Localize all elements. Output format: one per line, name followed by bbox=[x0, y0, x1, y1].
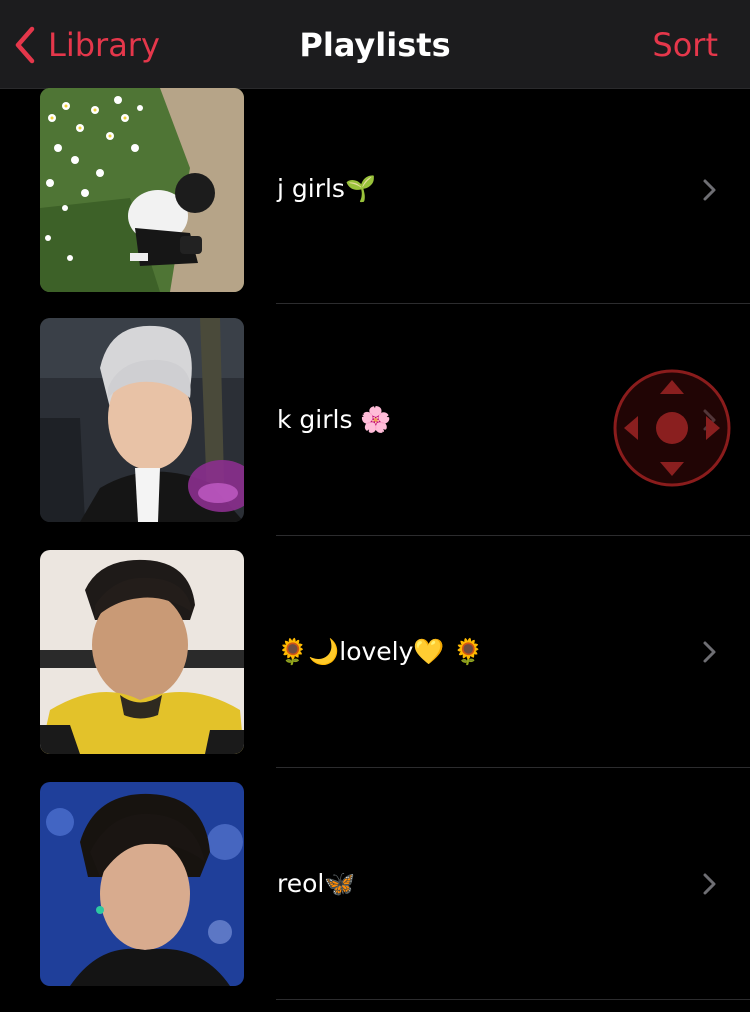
chevron-left-icon bbox=[15, 26, 35, 64]
playlist-artwork bbox=[40, 782, 244, 986]
back-button[interactable]: Library bbox=[14, 24, 160, 66]
playlist-row[interactable]: j girls🌱 bbox=[0, 88, 750, 304]
playlist-artwork bbox=[40, 550, 244, 754]
playlist-title: j girls🌱 bbox=[277, 174, 377, 203]
chevron-right-icon bbox=[703, 641, 716, 663]
sort-button[interactable]: Sort bbox=[652, 24, 718, 66]
playlist-title: 🌻🌙lovely💛 🌻 bbox=[277, 637, 484, 666]
chevron-right-icon bbox=[703, 179, 716, 201]
playlist-artwork bbox=[40, 318, 244, 522]
playlist-row[interactable]: reol🦋 bbox=[0, 768, 750, 1000]
navigation-bar: Library Playlists Sort bbox=[0, 0, 750, 89]
playlist-title: k girls 🌸 bbox=[277, 405, 392, 434]
dpad-control-icon[interactable] bbox=[612, 368, 732, 488]
row-divider bbox=[276, 999, 750, 1000]
chevron-right-icon bbox=[703, 873, 716, 895]
back-label: Library bbox=[48, 26, 160, 64]
playlist-artwork bbox=[40, 88, 244, 292]
playlist-list: j girls🌱 k girls 🌸 🌻🌙lovely💛 🌻 reol🦋 bbox=[0, 88, 750, 1000]
playlist-row[interactable]: 🌻🌙lovely💛 🌻 bbox=[0, 536, 750, 768]
playlist-title: reol🦋 bbox=[277, 869, 356, 898]
